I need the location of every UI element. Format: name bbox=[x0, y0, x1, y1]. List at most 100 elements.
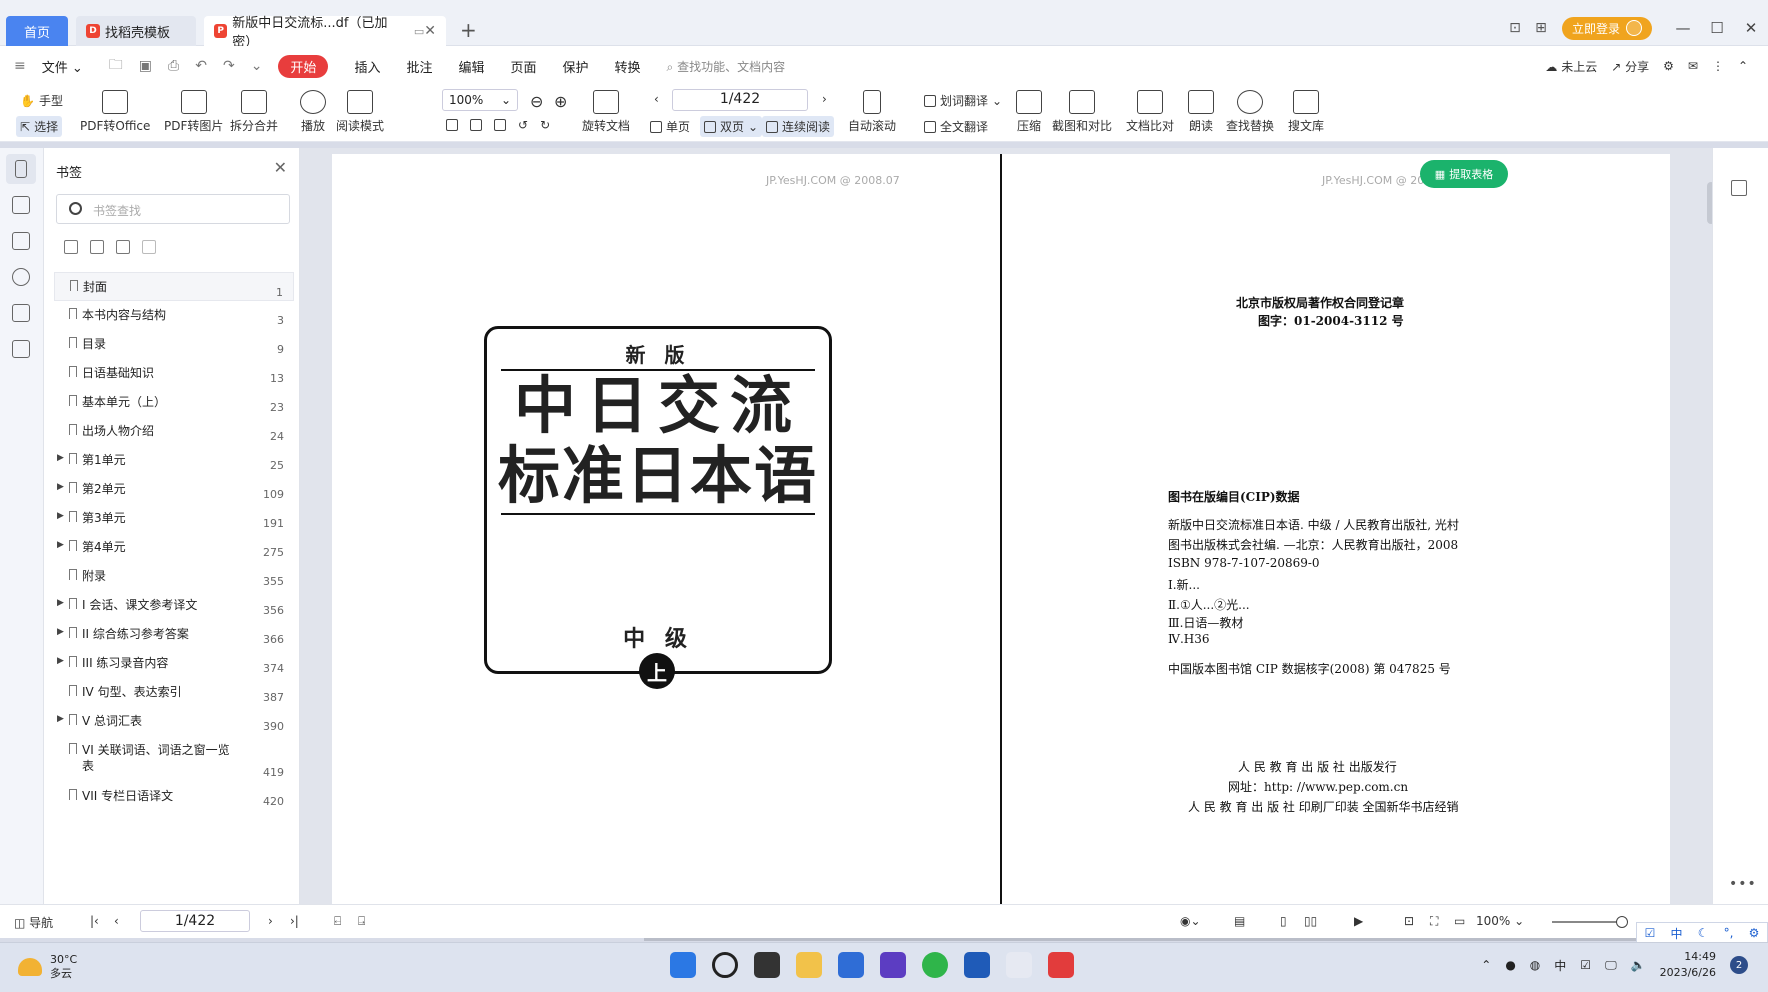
bookmark-item[interactable]: ▶ 第4单元 275 bbox=[54, 533, 294, 562]
tray-check-icon[interactable]: ☑ bbox=[1580, 958, 1591, 972]
hamburger-icon[interactable]: ≡ bbox=[14, 58, 26, 74]
search-icon[interactable] bbox=[712, 952, 738, 978]
navigation-toggle[interactable]: ◫ 导航 bbox=[14, 914, 53, 931]
cloud-status[interactable]: ☁ 未上云 bbox=[1545, 58, 1597, 75]
print-icon[interactable]: ⎙ bbox=[168, 58, 179, 74]
bookmark-item[interactable]: 出场人物介绍 24 bbox=[54, 417, 294, 446]
fit-page-icon[interactable]: ⛶ bbox=[1430, 914, 1438, 929]
expand-arrow-icon[interactable]: ▶ bbox=[57, 627, 64, 637]
more-options-icon[interactable]: ••• bbox=[1729, 876, 1757, 892]
undo-icon[interactable]: ↶ bbox=[195, 58, 207, 74]
bookmark-item[interactable]: 附录 355 bbox=[54, 562, 294, 591]
file-menu[interactable]: 文件 ⌄ bbox=[42, 57, 83, 76]
auto-scroll-button[interactable]: 自动滚动 bbox=[848, 86, 896, 134]
login-button[interactable]: 立即登录 bbox=[1561, 16, 1652, 40]
split-merge-button[interactable]: 拆分合并 bbox=[230, 86, 278, 134]
play-button[interactable]: 播放 bbox=[300, 86, 326, 134]
expand-arrow-icon[interactable]: ▶ bbox=[57, 453, 64, 463]
network-icon[interactable]: 🖵 bbox=[1605, 958, 1617, 973]
read-aloud-button[interactable]: 朗读 bbox=[1188, 86, 1214, 134]
menu-tab-protect[interactable]: 保护 bbox=[563, 57, 589, 76]
zoom-slider[interactable] bbox=[1552, 916, 1628, 928]
screenshot-compare-button[interactable]: 截图和对比 bbox=[1052, 86, 1112, 134]
continuous-view-icon[interactable]: ▤ bbox=[1234, 914, 1245, 928]
file-explorer-icon[interactable] bbox=[796, 952, 822, 978]
expand-arrow-icon[interactable]: ▶ bbox=[57, 482, 64, 492]
tray-expand-icon[interactable]: ⌃ bbox=[1481, 958, 1491, 972]
close-window-button[interactable]: ✕ bbox=[1734, 19, 1768, 37]
menu-tab-convert[interactable]: 转换 bbox=[615, 57, 641, 76]
status-zoom[interactable]: 100% ⌄ bbox=[1476, 914, 1524, 928]
bookmark-item[interactable]: 本书内容与结构 3 bbox=[54, 301, 294, 330]
fit-width-icon[interactable] bbox=[494, 119, 506, 131]
tab-home[interactable]: 首页 bbox=[6, 16, 68, 46]
pdf-to-image-button[interactable]: PDF转图片 bbox=[164, 86, 223, 134]
start-windows-icon[interactable] bbox=[670, 952, 696, 978]
store-icon[interactable] bbox=[838, 952, 864, 978]
prev-page-icon[interactable]: ‹ bbox=[654, 92, 659, 106]
redo-icon[interactable]: ↷ bbox=[223, 58, 235, 74]
save-icon[interactable]: ▣ bbox=[139, 58, 152, 74]
layers-panel-icon[interactable] bbox=[12, 340, 30, 358]
find-replace-button[interactable]: 查找替换 bbox=[1226, 86, 1274, 134]
zoom-in-icon[interactable]: ⊕ bbox=[554, 92, 567, 111]
message-icon[interactable]: ✉ bbox=[1688, 59, 1698, 73]
bookmark-item[interactable]: ▶ 第2单元 109 bbox=[54, 475, 294, 504]
maximize-button[interactable]: ☐ bbox=[1700, 19, 1734, 37]
full-translate-button[interactable]: 全文翻译 bbox=[924, 118, 988, 135]
single-page-button[interactable]: 单页 bbox=[650, 118, 690, 135]
bookmark-panel-icon[interactable] bbox=[15, 160, 27, 178]
zoom-out-icon[interactable]: ⊖ bbox=[530, 92, 543, 111]
fit-width-icon[interactable]: ▭ bbox=[1454, 914, 1465, 928]
extract-table-button[interactable]: ▦ 提取表格 bbox=[1420, 160, 1508, 188]
thumbnail-panel-icon[interactable] bbox=[12, 196, 30, 214]
tray-app-icon[interactable]: ● bbox=[1505, 958, 1515, 972]
ime-moon-icon[interactable]: ☾ bbox=[1698, 926, 1709, 940]
search-library-button[interactable]: 搜文库 bbox=[1288, 86, 1324, 134]
next-page-icon[interactable]: › bbox=[268, 914, 273, 928]
doc-compare-button[interactable]: 文档比对 bbox=[1126, 86, 1174, 134]
play-slideshow-icon[interactable]: ▶ bbox=[1354, 914, 1363, 928]
fit-page-icon[interactable] bbox=[470, 119, 482, 131]
bookmark-item[interactable]: VI 关联词语、词语之窗一览表 419 bbox=[54, 736, 294, 782]
new-tab-button[interactable]: + bbox=[460, 18, 477, 42]
volume-icon[interactable]: 🔈 bbox=[1631, 958, 1646, 972]
prev-page-icon[interactable]: ‹ bbox=[114, 914, 119, 928]
tray-360-icon[interactable]: ◍ bbox=[1530, 958, 1540, 972]
task-view-icon[interactable] bbox=[754, 952, 780, 978]
properties-icon[interactable] bbox=[1731, 180, 1747, 196]
horizontal-scrollbar[interactable] bbox=[644, 938, 1714, 941]
wps-office-icon[interactable] bbox=[1048, 952, 1074, 978]
close-panel-icon[interactable]: ✕ bbox=[274, 158, 287, 177]
bookmark-item[interactable]: ▶ III 练习录音内容 374 bbox=[54, 649, 294, 678]
page-input[interactable]: 1/422 bbox=[672, 89, 808, 111]
bookmark-item[interactable]: ▶ V 总词汇表 390 bbox=[54, 707, 294, 736]
bookmark-item[interactable]: ▶ 第1单元 25 bbox=[54, 446, 294, 475]
comment-panel-icon[interactable] bbox=[12, 232, 30, 250]
more-icon[interactable]: ⋮ bbox=[1712, 59, 1724, 73]
bookmark-item[interactable]: ▶ II 综合练习参考答案 366 bbox=[54, 620, 294, 649]
first-page-icon[interactable]: |‹ bbox=[90, 914, 99, 928]
read-mode-button[interactable]: 阅读模式 bbox=[336, 86, 384, 134]
menu-tab-comment[interactable]: 批注 bbox=[406, 57, 432, 76]
tab-template[interactable]: D 找稻壳模板 bbox=[76, 16, 196, 46]
bookmark-item[interactable]: 目录 9 bbox=[54, 330, 294, 359]
expand-arrow-icon[interactable]: ▶ bbox=[57, 714, 64, 724]
ime-check-icon[interactable]: ☑ bbox=[1645, 926, 1656, 940]
word-translate-button[interactable]: 划词翻译 ⌄ bbox=[924, 92, 1002, 109]
bookmark-search-input[interactable]: 书签查找 bbox=[56, 194, 290, 224]
bookmark-item[interactable]: 日语基础知识 13 bbox=[54, 359, 294, 388]
menu-tab-page[interactable]: 页面 bbox=[510, 57, 536, 76]
clock[interactable]: 14:49 2023/6/26 bbox=[1660, 949, 1716, 981]
zoom-select[interactable]: 100% ⌄ bbox=[442, 89, 518, 111]
back-icon[interactable]: ⍇ bbox=[334, 914, 341, 929]
minimize-button[interactable]: — bbox=[1666, 19, 1700, 37]
rotate-left-icon[interactable]: ↺ bbox=[518, 118, 528, 132]
share-button[interactable]: ↗ 分享 bbox=[1611, 58, 1649, 75]
tray-ime-icon[interactable]: 中 bbox=[1554, 957, 1566, 974]
more-dropdown-icon[interactable]: ⌄ bbox=[251, 58, 263, 74]
ime-language[interactable]: 中 bbox=[1671, 925, 1683, 942]
notification-badge[interactable]: 2 bbox=[1730, 956, 1748, 974]
double-page-button[interactable]: 双页 ⌄ bbox=[700, 116, 763, 137]
bookmark-item[interactable]: VII 专栏日语译文 420 bbox=[54, 782, 294, 811]
